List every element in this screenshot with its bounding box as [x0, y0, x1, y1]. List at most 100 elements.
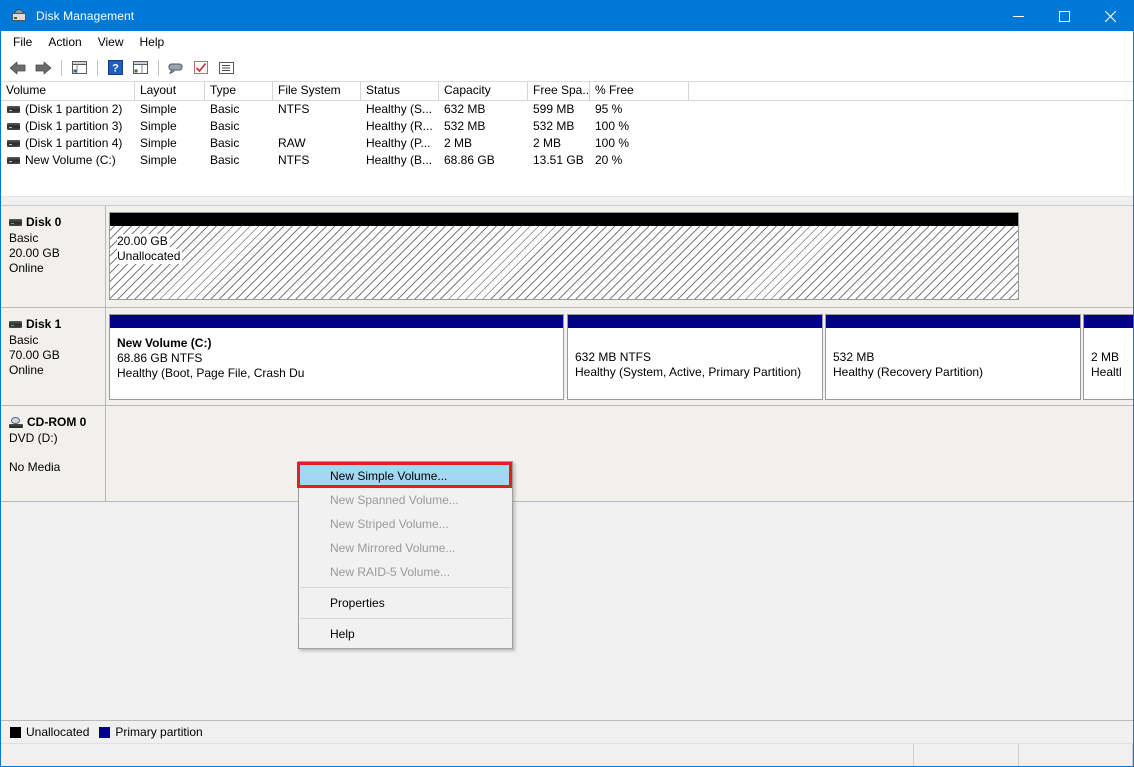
cell-status: Healthy (B...: [361, 152, 439, 169]
menu-item-new-striped-volume: New Striped Volume...: [299, 512, 512, 536]
table-row[interactable]: (Disk 1 partition 4) Simple Basic RAW He…: [1, 135, 1133, 152]
legend-label-unallocated: Unallocated: [26, 725, 89, 739]
partition-status: Healthy (System, Active, Primary Partiti…: [575, 365, 822, 380]
partition-colorbar: [110, 213, 1018, 226]
cell-volume-label: (Disk 1 partition 3): [25, 118, 122, 135]
rescan-disks-icon[interactable]: [189, 57, 213, 79]
cell-percent-free: 100 %: [590, 135, 689, 152]
cell-file-system: [273, 118, 361, 135]
status-pane-2: [914, 744, 1019, 766]
menu-separator-2: [300, 618, 511, 619]
partition-status: Healtl: [1091, 365, 1133, 380]
disk-row-disk0[interactable]: Disk 0 Basic 20.00 GB Online 20.00 GB Un…: [1, 206, 1133, 308]
graphical-view: Disk 0 Basic 20.00 GB Online 20.00 GB Un…: [1, 206, 1133, 720]
column-status[interactable]: Status: [361, 82, 439, 100]
disk0-partitions: 20.00 GB Unallocated: [106, 206, 1133, 307]
cell-percent-free: 100 %: [590, 118, 689, 135]
action-pane-icon[interactable]: [128, 57, 152, 79]
partition-raw-2mb[interactable]: 2 MB Healtl: [1083, 314, 1133, 400]
toolbar-separator-2: [97, 60, 98, 76]
volume-list[interactable]: Volume Layout Type File System Status Ca…: [1, 82, 1133, 196]
back-icon[interactable]: [6, 57, 30, 79]
partition-recovery-532mb[interactable]: 532 MB Healthy (Recovery Partition): [825, 314, 1081, 400]
partition-colorbar: [110, 315, 563, 328]
cell-volume-label: (Disk 1 partition 4): [25, 135, 122, 152]
disk-spacer: [9, 446, 105, 460]
cell-layout: Simple: [135, 135, 205, 152]
menu-item-new-spanned-volume: New Spanned Volume...: [299, 488, 512, 512]
legend-swatch-primary: [99, 727, 110, 738]
disk-header-cdrom0[interactable]: CD-ROM 0 DVD (D:) No Media: [1, 406, 106, 501]
menu-item-new-mirrored-volume: New Mirrored Volume...: [299, 536, 512, 560]
table-row[interactable]: (Disk 1 partition 2) Simple Basic NTFS H…: [1, 101, 1133, 118]
legend: Unallocated Primary partition: [1, 720, 1133, 743]
list-view-icon[interactable]: [214, 57, 238, 79]
table-row[interactable]: New Volume (C:) Simple Basic NTFS Health…: [1, 152, 1133, 169]
disk-kind: DVD (D:): [9, 431, 105, 446]
cell-volume: New Volume (C:): [1, 152, 135, 169]
partition-status: Healthy (Recovery Partition): [833, 365, 1080, 380]
maximize-button[interactable]: [1041, 1, 1087, 31]
partition-colorbar: [826, 315, 1080, 328]
forward-icon[interactable]: [31, 57, 55, 79]
column-volume[interactable]: Volume: [1, 82, 135, 100]
cell-volume-label: New Volume (C:): [25, 152, 116, 169]
column-percent-free[interactable]: % Free: [590, 82, 689, 100]
cdrom0-partitions: [106, 406, 1133, 501]
disk1-partitions: New Volume (C:) 68.86 GB NTFS Healthy (B…: [106, 308, 1133, 405]
cell-free-space: 532 MB: [528, 118, 590, 135]
menu-item-new-simple-volume[interactable]: New Simple Volume...: [300, 464, 511, 488]
partition-colorbar: [568, 315, 822, 328]
menu-file[interactable]: File: [5, 33, 40, 52]
cell-type: Basic: [205, 135, 273, 152]
column-layout[interactable]: Layout: [135, 82, 205, 100]
disk-header-disk0[interactable]: Disk 0 Basic 20.00 GB Online: [1, 206, 106, 307]
disk-kind: Basic: [9, 231, 105, 246]
menu-view[interactable]: View: [90, 33, 132, 52]
close-button[interactable]: [1087, 1, 1133, 31]
minimize-button[interactable]: [995, 1, 1041, 31]
cell-file-system: RAW: [273, 135, 361, 152]
menu-item-properties[interactable]: Properties: [299, 591, 512, 615]
partition-system-632mb[interactable]: 632 MB NTFS Healthy (System, Active, Pri…: [567, 314, 823, 400]
disk-name-row: CD-ROM 0: [9, 415, 105, 430]
cell-capacity: 68.86 GB: [439, 152, 528, 169]
drive-icon: [7, 106, 20, 113]
title-bar: Disk Management: [1, 1, 1133, 31]
pane-splitter[interactable]: [1, 196, 1133, 206]
tree-pane-icon[interactable]: [67, 57, 91, 79]
help-icon[interactable]: ?: [103, 57, 127, 79]
legend-label-primary: Primary partition: [115, 725, 202, 739]
properties-icon[interactable]: [164, 57, 188, 79]
column-capacity[interactable]: Capacity: [439, 82, 528, 100]
partition-new-volume-c[interactable]: New Volume (C:) 68.86 GB NTFS Healthy (B…: [109, 314, 564, 400]
partition-size: 2 MB: [1091, 350, 1133, 365]
disk-row-disk1[interactable]: Disk 1 Basic 70.00 GB Online New Volume …: [1, 308, 1133, 406]
table-row[interactable]: (Disk 1 partition 3) Simple Basic Health…: [1, 118, 1133, 135]
partition-status: Unallocated: [117, 249, 182, 264]
partition-unallocated[interactable]: 20.00 GB Unallocated: [109, 212, 1019, 300]
cell-type: Basic: [205, 101, 273, 118]
disk-state: Online: [9, 363, 105, 378]
partition-info: New Volume (C:) 68.86 GB NTFS Healthy (B…: [110, 328, 563, 399]
partition-info: 2 MB Healtl: [1084, 328, 1133, 399]
menu-help[interactable]: Help: [132, 33, 173, 52]
legend-swatch-unallocated: [10, 727, 21, 738]
column-type[interactable]: Type: [205, 82, 273, 100]
toolbar-separator-3: [158, 60, 159, 76]
cell-status: Healthy (P...: [361, 135, 439, 152]
cdrom-icon: [9, 417, 23, 428]
cell-capacity: 2 MB: [439, 135, 528, 152]
partition-size: 532 MB: [833, 350, 1080, 365]
disk-row-cdrom0[interactable]: CD-ROM 0 DVD (D:) No Media: [1, 406, 1133, 502]
menu-item-help[interactable]: Help: [299, 622, 512, 646]
disk-header-disk1[interactable]: Disk 1 Basic 70.00 GB Online: [1, 308, 106, 405]
partition-size: 68.86 GB NTFS: [117, 351, 563, 366]
menu-separator-1: [300, 587, 511, 588]
column-free-space[interactable]: Free Spa...: [528, 82, 590, 100]
menu-action[interactable]: Action: [40, 33, 89, 52]
cell-free-space: 13.51 GB: [528, 152, 590, 169]
column-file-system[interactable]: File System: [273, 82, 361, 100]
context-menu[interactable]: New Simple Volume... New Spanned Volume.…: [298, 461, 513, 649]
disk-state: Online: [9, 261, 105, 276]
